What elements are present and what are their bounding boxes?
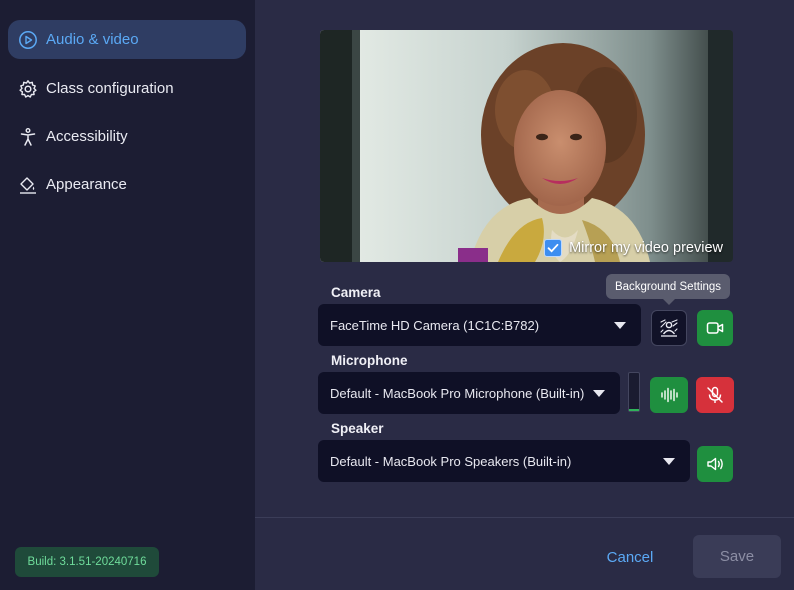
build-badge: Build: 3.1.51-20240716 xyxy=(15,547,159,577)
microphone-test-button[interactable] xyxy=(650,377,688,413)
microphone-off-icon xyxy=(707,386,723,403)
settings-sidebar: Audio & video Class configuration Access… xyxy=(0,0,255,590)
camera-toggle-button[interactable] xyxy=(697,310,733,346)
save-button[interactable]: Save xyxy=(693,535,781,578)
audio-waveform-icon xyxy=(661,387,678,403)
footer-divider xyxy=(255,517,794,518)
sidebar-item-audio-video[interactable]: Audio & video xyxy=(8,20,246,59)
checkmark-icon xyxy=(547,243,559,253)
chevron-down-icon xyxy=(614,322,626,329)
microphone-mute-button[interactable] xyxy=(696,377,734,413)
chevron-down-icon xyxy=(593,390,605,397)
camera-select-value: FaceTime HD Camera (1C1C:B782) xyxy=(330,317,540,333)
gear-icon xyxy=(18,79,38,99)
video-preview: Mirror my video preview xyxy=(320,30,733,262)
microphone-label: Microphone xyxy=(331,353,408,368)
background-blur-icon xyxy=(660,319,678,337)
sidebar-item-class-configuration[interactable]: Class configuration xyxy=(8,69,246,108)
speaker-icon xyxy=(707,457,723,471)
sidebar-item-accessibility[interactable]: Accessibility xyxy=(8,117,246,156)
camera-select[interactable]: FaceTime HD Camera (1C1C:B782) xyxy=(318,304,641,346)
speaker-select[interactable]: Default - MacBook Pro Speakers (Built-in… xyxy=(318,440,690,482)
sidebar-item-label: Audio & video xyxy=(46,31,139,48)
mirror-label: Mirror my video preview xyxy=(569,240,723,256)
speaker-test-button[interactable] xyxy=(697,446,733,482)
video-camera-icon xyxy=(706,322,724,334)
sidebar-item-appearance[interactable]: Appearance xyxy=(8,165,246,204)
speaker-label: Speaker xyxy=(331,421,384,436)
background-settings-tooltip: Background Settings xyxy=(606,274,730,305)
microphone-select-value: Default - MacBook Pro Microphone (Built-… xyxy=(330,385,585,401)
sidebar-item-label: Accessibility xyxy=(46,128,128,145)
audio-video-panel: Mirror my video preview Background Setti… xyxy=(255,0,794,590)
microphone-select[interactable]: Default - MacBook Pro Microphone (Built-… xyxy=(318,372,620,414)
background-settings-button[interactable] xyxy=(651,310,687,346)
camera-feed-image xyxy=(320,30,733,262)
mirror-preview-toggle[interactable]: Mirror my video preview xyxy=(544,239,723,257)
mirror-checkbox[interactable] xyxy=(544,239,563,257)
accessibility-icon xyxy=(18,127,38,147)
cancel-button[interactable]: Cancel xyxy=(595,540,665,574)
speaker-select-value: Default - MacBook Pro Speakers (Built-in… xyxy=(330,453,572,469)
microphone-level-fill xyxy=(629,409,639,411)
chevron-down-icon xyxy=(663,458,675,465)
play-circle-icon xyxy=(18,30,38,50)
microphone-level-meter xyxy=(628,372,640,412)
sidebar-item-label: Class configuration xyxy=(46,80,174,97)
paint-bucket-icon xyxy=(18,175,38,195)
sidebar-item-label: Appearance xyxy=(46,176,127,193)
camera-label: Camera xyxy=(331,285,381,300)
